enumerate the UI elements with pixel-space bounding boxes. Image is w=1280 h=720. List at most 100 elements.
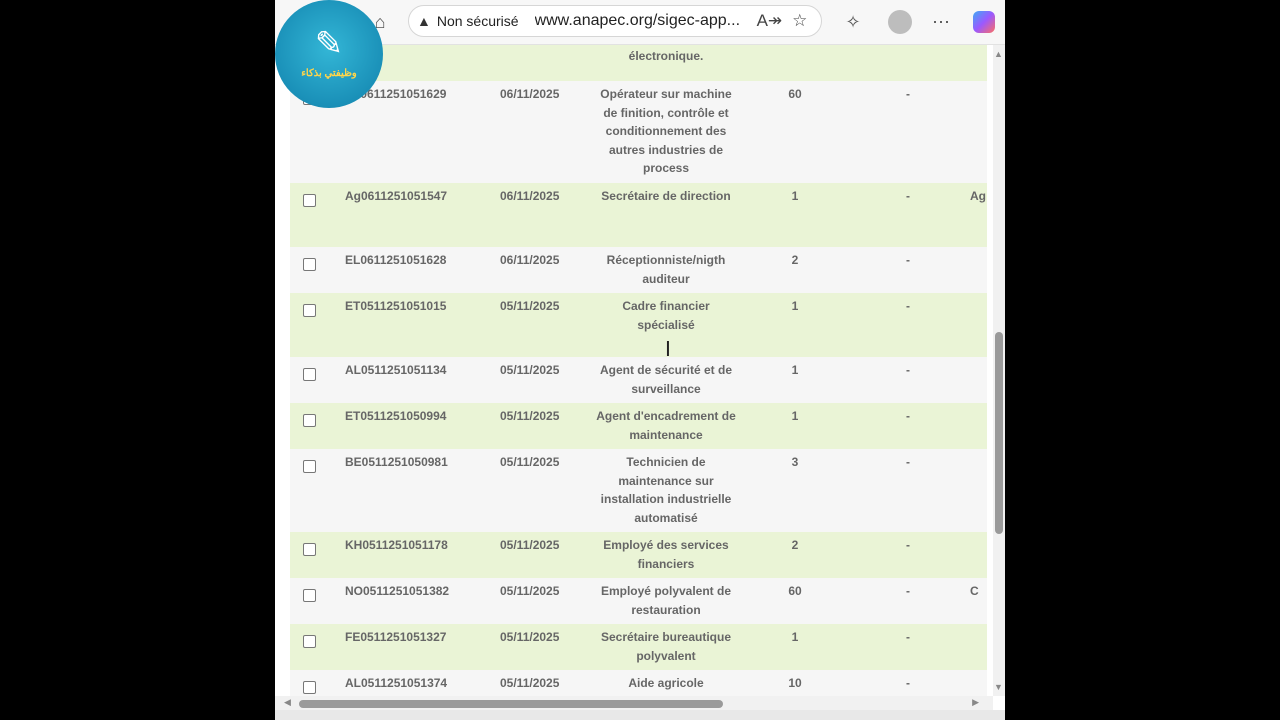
read-aloud-icon[interactable]: A↠: [757, 11, 783, 31]
logo-text: وظيفتي بذكاء: [301, 67, 357, 79]
warning-icon[interactable]: ▲: [417, 13, 431, 29]
offer-reference: NO0511251051382: [345, 584, 450, 598]
positions-count: 1: [791, 299, 799, 313]
row-checkbox[interactable]: [303, 460, 316, 473]
job-title: Secrétaire de direction: [601, 189, 731, 203]
table-row: NO061125105162706/11/2025Monteur câbleur…: [290, 45, 987, 81]
row-checkbox[interactable]: [303, 589, 316, 602]
profile-avatar[interactable]: [884, 6, 916, 38]
job-title: Cadre financier spécialisé: [622, 299, 710, 332]
job-title: Employé polyvalent de restauration: [600, 584, 732, 617]
positions-count: 1: [791, 630, 799, 644]
table-row: AL0511251051374 05/11/2025 Aide agricole 10…: [290, 670, 987, 696]
horizontal-scrollbar[interactable]: ◀ ▶: [275, 696, 993, 710]
channel-logo: ✎ وظيفتي بذكاء: [275, 0, 383, 108]
placeholder-dash: -: [906, 253, 910, 267]
vertical-scrollbar[interactable]: ▲ ▼: [993, 45, 1005, 696]
scroll-left-arrow-icon[interactable]: ◀: [284, 697, 291, 708]
offer-date: 05/11/2025: [500, 455, 560, 469]
positions-count: 60: [788, 87, 802, 101]
placeholder-dash: -: [906, 630, 910, 644]
text-cursor-icon: I: [665, 337, 671, 361]
placeholder-dash: -: [906, 189, 910, 203]
offer-reference: FE0511251051327: [345, 630, 447, 644]
job-title: Aide agricole: [628, 676, 704, 690]
table-row: KH0511251051178 05/11/2025 Employé des ser…: [290, 532, 987, 578]
offer-reference: AL0511251051134: [345, 363, 447, 377]
placeholder-dash: -: [906, 584, 910, 598]
offer-reference: AL0511251051374: [345, 676, 448, 690]
job-title: Agent d'encadrement de maintenance: [596, 409, 736, 442]
row-checkbox[interactable]: [303, 635, 316, 648]
offer-reference: EL0611251051628: [345, 253, 447, 267]
row-checkbox[interactable]: [303, 304, 316, 317]
row-checkbox[interactable]: [303, 543, 316, 556]
offer-reference: ET0511251050994: [345, 409, 447, 423]
extensions-icon[interactable]: ✧: [837, 6, 869, 38]
offer-date: 06/11/2025: [500, 87, 560, 101]
scroll-up-arrow-icon[interactable]: ▲: [994, 49, 1003, 59]
table-row: BE0511251050981 05/11/2025 Technicien de m…: [290, 449, 987, 532]
taskbar-strip: [275, 710, 1005, 720]
positions-count: 2: [791, 253, 799, 267]
table-row: EL0611251051629 06/11/2025 Opérateur sur m…: [290, 81, 987, 183]
job-title: Agent de sécurité et de surveillance: [599, 363, 733, 396]
offer-date: 06/11/2025: [500, 189, 560, 203]
offer-reference: ET0511251051015: [345, 299, 447, 313]
offer-date: 06/11/2025: [500, 45, 559, 47]
placeholder-dash: -: [906, 455, 910, 469]
positions-count: 1: [791, 363, 799, 377]
scroll-down-arrow-icon[interactable]: ▼: [994, 682, 1003, 692]
extra-column: C: [970, 584, 979, 598]
offer-date: 05/11/2025: [500, 676, 560, 690]
positions-count: 2: [791, 538, 799, 552]
extra-column: Ag: [970, 189, 986, 203]
offer-date: 06/11/2025: [500, 253, 560, 267]
table-row: AL0511251051134 05/11/2025 Agent de sécuri…: [290, 357, 987, 403]
positions-count: 100: [780, 45, 810, 47]
browser-toolbar: ← ↻ ⌂ ▲ Non sécurisé www.anapec.org/sige…: [275, 0, 1005, 45]
row-checkbox[interactable]: [303, 368, 316, 381]
placeholder-dash: -: [906, 299, 910, 313]
table-row: NO0511251051382 05/11/2025 Employé polyval…: [290, 578, 987, 624]
vertical-scroll-thumb[interactable]: [995, 332, 1003, 534]
positions-count: 1: [791, 409, 799, 423]
table-row: FE0511251051327 05/11/2025 Secrétaire bure…: [290, 624, 987, 670]
brain-pen-icon: ✎: [314, 24, 344, 63]
job-title: Réceptionniste/nigth auditeur: [606, 253, 726, 286]
placeholder-dash: -: [906, 409, 910, 423]
positions-count: 1: [791, 189, 799, 203]
page-content: NO061125105162706/11/2025Monteur câbleur…: [275, 45, 993, 696]
row-checkbox[interactable]: [303, 258, 316, 271]
copilot-icon[interactable]: [968, 6, 1000, 38]
job-title: Employé des services financiers: [603, 538, 729, 571]
row-checkbox[interactable]: [303, 681, 316, 694]
positions-count: 10: [788, 676, 802, 690]
scroll-right-arrow-icon[interactable]: ▶: [972, 697, 979, 708]
row-checkbox[interactable]: [303, 414, 316, 427]
offers-table: NO061125105162706/11/2025Monteur câbleur…: [290, 45, 987, 696]
table-row: ET0511251050994 05/11/2025 Agent d'encadre…: [290, 403, 987, 449]
row-checkbox[interactable]: [303, 194, 316, 207]
table-row: EL0611251051628 06/11/2025 Réceptionniste/…: [290, 247, 987, 293]
offer-reference: Ag0611251051547: [345, 189, 448, 203]
placeholder-dash: -: [903, 45, 913, 47]
url-text[interactable]: www.anapec.org/sigec-app...: [535, 12, 747, 30]
positions-count: 3: [791, 455, 799, 469]
offer-date: 05/11/2025: [500, 538, 560, 552]
offer-reference: KH0511251051178: [345, 538, 448, 552]
offer-date: 05/11/2025: [500, 363, 560, 377]
job-title: Monteur câbleur en électronique.: [628, 48, 704, 63]
more-menu-icon[interactable]: ⋯: [925, 6, 957, 38]
address-bar[interactable]: ▲ Non sécurisé www.anapec.org/sigec-app.…: [408, 5, 822, 37]
placeholder-dash: -: [906, 87, 910, 101]
offer-date: 05/11/2025: [500, 299, 560, 313]
favorite-star-icon[interactable]: ☆: [792, 11, 807, 31]
extra-column: C: [970, 45, 979, 47]
security-label[interactable]: Non sécurisé: [437, 13, 519, 29]
job-title: Opérateur sur machine de finition, contr…: [600, 87, 732, 175]
placeholder-dash: -: [906, 676, 910, 690]
offer-reference: BE0511251050981: [345, 455, 448, 469]
job-title: Technicien de maintenance sur installati…: [600, 455, 732, 525]
horizontal-scroll-thumb[interactable]: [299, 700, 723, 708]
